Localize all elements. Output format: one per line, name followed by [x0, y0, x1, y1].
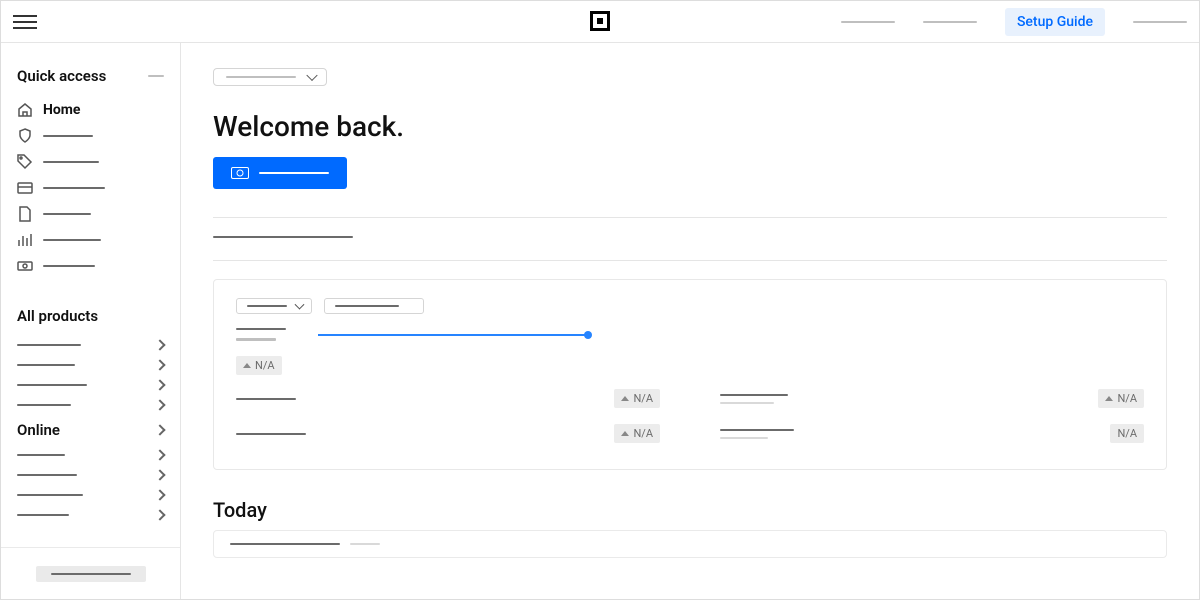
sidebar-item[interactable] — [17, 123, 164, 149]
top-link[interactable] — [923, 21, 977, 23]
stat-label — [236, 433, 306, 435]
take-payment-button[interactable] — [213, 157, 347, 189]
today-item-label — [230, 543, 340, 545]
menu-toggle[interactable] — [13, 10, 37, 34]
product-item-online[interactable]: Online — [17, 415, 164, 445]
na-badge: N/A — [1110, 424, 1144, 443]
shield-icon — [17, 128, 33, 144]
setup-guide-button[interactable]: Setup Guide — [1005, 8, 1105, 36]
sidebar-item-label: Home — [43, 102, 80, 118]
today-item[interactable] — [213, 530, 1167, 558]
section-label — [213, 236, 353, 238]
chevron-right-icon — [154, 469, 165, 480]
main-content: Welcome back. N/A N/A — [181, 43, 1199, 599]
na-badge: N/A — [1098, 389, 1144, 408]
quick-access-title: Quick access — [17, 67, 106, 85]
sidebar-item-label — [43, 187, 105, 189]
home-icon — [17, 102, 33, 118]
na-badge: N/A — [614, 424, 660, 443]
chevron-right-icon — [154, 359, 165, 370]
chevron-right-icon — [154, 379, 165, 390]
chevron-right-icon — [154, 339, 165, 350]
sidebar-item-label — [43, 161, 99, 163]
today-heading: Today — [213, 498, 1167, 522]
product-item[interactable] — [17, 445, 164, 465]
sidebar-item[interactable] — [17, 253, 164, 279]
stat-label — [720, 429, 794, 431]
metrics-card: N/A N/A N/A N/A N/A — [213, 279, 1167, 470]
chevron-right-icon — [154, 489, 165, 500]
sidebar-item-label — [43, 135, 93, 137]
welcome-heading: Welcome back. — [213, 110, 1167, 143]
chevron-right-icon — [154, 449, 165, 460]
product-item[interactable] — [17, 395, 164, 415]
sidebar-item[interactable] — [17, 227, 164, 253]
sidebar: Quick access Home — [1, 43, 181, 599]
product-item[interactable] — [17, 355, 164, 375]
edit-icon[interactable] — [148, 75, 164, 77]
top-link[interactable] — [841, 21, 895, 23]
cash-icon — [17, 258, 33, 274]
button-label — [259, 172, 329, 174]
stat-label — [720, 394, 788, 396]
sidebar-item-label — [43, 265, 95, 267]
product-item[interactable] — [17, 335, 164, 355]
sidebar-item-label — [43, 213, 91, 215]
period-select[interactable] — [236, 298, 312, 314]
sidebar-item[interactable] — [17, 175, 164, 201]
chart-icon — [17, 232, 33, 248]
chevron-right-icon — [154, 509, 165, 520]
sidebar-item-home[interactable]: Home — [17, 97, 164, 123]
card-icon — [17, 180, 33, 196]
sidebar-item-label — [43, 239, 101, 241]
progress-bar — [318, 334, 588, 336]
metric-value — [236, 338, 276, 341]
chevron-right-icon — [154, 424, 165, 435]
stat-label — [236, 398, 296, 400]
tag-icon — [17, 154, 33, 170]
stat-sub — [720, 437, 768, 439]
file-icon — [17, 206, 33, 222]
na-badge: N/A — [236, 356, 282, 375]
topbar: Setup Guide — [1, 1, 1199, 43]
sidebar-item[interactable] — [17, 149, 164, 175]
product-item[interactable] — [17, 465, 164, 485]
all-products-title: All products — [17, 307, 164, 325]
chevron-right-icon — [154, 399, 165, 410]
sidebar-footer[interactable] — [1, 547, 180, 599]
product-item[interactable] — [17, 485, 164, 505]
metric-label — [236, 328, 286, 330]
na-badge: N/A — [614, 389, 660, 408]
top-link[interactable] — [1133, 21, 1187, 23]
sidebar-item[interactable] — [17, 201, 164, 227]
compare-select[interactable] — [324, 298, 424, 314]
stat-sub — [720, 402, 774, 404]
payment-icon — [231, 167, 249, 179]
square-logo[interactable] — [590, 11, 610, 31]
product-item[interactable] — [17, 505, 164, 525]
today-item-meta — [350, 543, 380, 545]
product-item[interactable] — [17, 375, 164, 395]
location-select[interactable] — [213, 68, 327, 86]
